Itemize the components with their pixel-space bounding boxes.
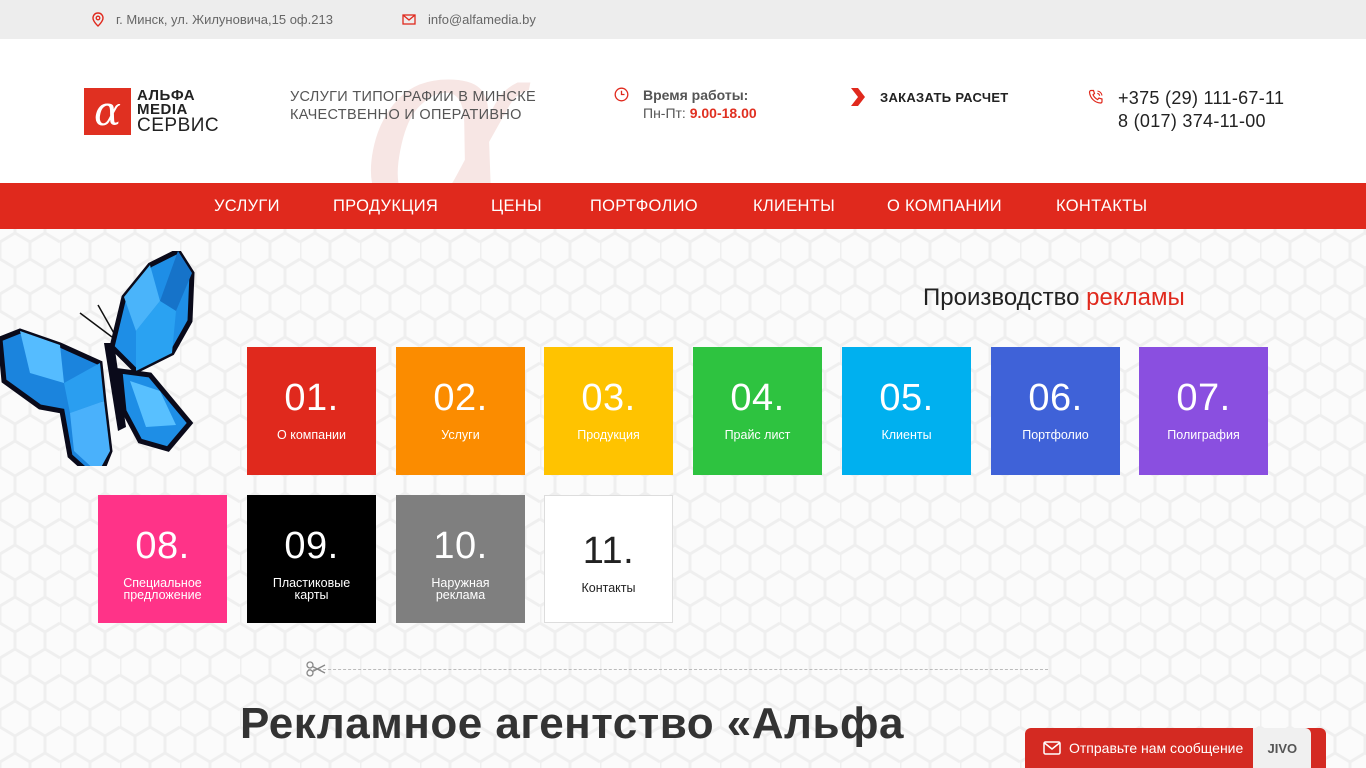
tile-label: Специальное предложение — [123, 576, 202, 602]
nav-item-portfolio[interactable]: ПОРТФОЛИО — [590, 183, 698, 229]
clock-icon — [614, 87, 629, 102]
working-hours: Время работы: Пн-Пт: 9.00-18.00 — [614, 86, 757, 122]
envelope-icon — [402, 14, 416, 25]
tile-clients[interactable]: 05. Клиенты — [842, 347, 971, 475]
tile-portfolio[interactable]: 06. Портфолио — [991, 347, 1120, 475]
tile-label: Прайс лист — [724, 428, 791, 442]
nav-item-about[interactable]: О КОМПАНИИ — [887, 183, 1002, 229]
order-calculation-label: ЗАКАЗАТЬ РАСЧЕТ — [880, 89, 1009, 105]
tile-label: Услуги — [441, 428, 480, 442]
tile-number: 02. — [433, 377, 488, 419]
tile-number: 04. — [730, 377, 785, 419]
page-headline: Рекламное агентство «Альфа — [240, 699, 905, 748]
logo[interactable]: α АЛЬФА MEDIA СЕРВИС — [84, 88, 219, 135]
tile-products[interactable]: 03. Продукция — [544, 347, 673, 475]
tile-special-offer[interactable]: 08. Специальное предложение — [98, 495, 227, 623]
chat-label: Отправьте нам сообщение — [1069, 740, 1244, 756]
tile-number: 03. — [581, 377, 636, 419]
tile-label: Контакты — [581, 581, 636, 595]
tile-label: Клиенты — [881, 428, 932, 442]
address-text: г. Минск, ул. Жилуновича,15 оф.213 — [116, 12, 333, 27]
chat-brand: JIVO — [1253, 728, 1312, 768]
tile-number: 07. — [1176, 377, 1231, 419]
top-bar: г. Минск, ул. Жилуновича,15 оф.213 info@… — [0, 0, 1366, 39]
tile-label: Портфолио — [1022, 428, 1089, 442]
tile-plastic-cards[interactable]: 09. Пластиковые карты — [247, 495, 376, 623]
order-calculation-button[interactable]: ЗАКАЗАТЬ РАСЧЕТ — [849, 88, 1009, 106]
tile-label: Пластиковые карты — [272, 576, 351, 602]
tile-number: 05. — [879, 377, 934, 419]
logo-alpha-mark: α — [84, 88, 131, 135]
scissors-icon — [306, 661, 326, 677]
tile-label: Наружная реклама — [431, 576, 490, 602]
tile-polygraphy[interactable]: 07. Полиграфия — [1139, 347, 1268, 475]
chat-envelope-icon — [1043, 741, 1061, 755]
tile-price-list[interactable]: 04. Прайс лист — [693, 347, 822, 475]
tile-number: 10. — [433, 525, 488, 567]
nav-item-clients[interactable]: КЛИЕНТЫ — [753, 183, 835, 229]
address-block: г. Минск, ул. Жилуновича,15 оф.213 — [92, 0, 333, 39]
site-header: α α АЛЬФА MEDIA СЕРВИС УСЛУГИ ТИПОГРАФИИ… — [0, 39, 1366, 183]
production-title-accent: рекламы — [1086, 284, 1185, 311]
chevron-right-icon — [851, 88, 865, 106]
tile-number: 09. — [284, 525, 339, 567]
hours-label: Время работы: — [643, 87, 749, 103]
main-content: Производство рекламы 01. О компании 02. … — [0, 229, 1366, 768]
tile-number: 11. — [582, 530, 635, 572]
tile-number: 06. — [1028, 377, 1083, 419]
logo-line-3: СЕРВИС — [137, 114, 220, 136]
tagline-line-1: УСЛУГИ ТИПОГРАФИИ В МИНСКЕ — [290, 89, 536, 105]
nav-item-prices[interactable]: ЦЕНЫ — [491, 183, 542, 229]
chat-widget-button[interactable]: Отправьте нам сообщение JIVO — [1025, 728, 1326, 768]
email-link[interactable]: info@alfamedia.by — [428, 12, 536, 27]
map-pin-icon — [92, 12, 104, 27]
production-title-main: Производство — [923, 284, 1087, 311]
email-block[interactable]: info@alfamedia.by — [402, 0, 536, 39]
tile-contacts[interactable]: 11. Контакты — [544, 495, 673, 623]
phone-1[interactable]: +375 (29) 111-67-11 — [1118, 87, 1284, 110]
hours-days: Пн-Пт: — [643, 105, 690, 121]
nav-item-products[interactable]: ПРОДУКЦИЯ — [333, 183, 438, 229]
tile-label: О компании — [277, 428, 346, 442]
production-title: Производство рекламы — [923, 284, 1185, 312]
dashed-divider — [308, 669, 1048, 670]
tile-number: 01. — [284, 377, 339, 419]
hours-time: 9.00-18.00 — [689, 105, 757, 121]
phone-2[interactable]: 8 (017) 374-11-00 — [1118, 110, 1284, 133]
tagline: УСЛУГИ ТИПОГРАФИИ В МИНСКЕ КАЧЕСТВЕННО И… — [290, 88, 536, 124]
nav-item-contacts[interactable]: КОНТАКТЫ — [1056, 183, 1147, 229]
butterfly-illustration — [0, 251, 195, 466]
tile-outdoor-advertising[interactable]: 10. Наружная реклама — [396, 495, 525, 623]
tile-label: Полиграфия — [1167, 428, 1240, 442]
tagline-line-2: КАЧЕСТВЕННО И ОПЕРАТИВНО — [290, 107, 522, 123]
tile-about[interactable]: 01. О компании — [247, 347, 376, 475]
logo-text: АЛЬФА MEDIA СЕРВИС — [137, 88, 220, 136]
phone-icon — [1088, 89, 1103, 104]
tile-number: 08. — [135, 525, 190, 567]
tile-services[interactable]: 02. Услуги — [396, 347, 525, 475]
tile-label: Продукция — [577, 428, 640, 442]
main-nav: УСЛУГИ ПРОДУКЦИЯ ЦЕНЫ ПОРТФОЛИО КЛИЕНТЫ … — [0, 183, 1366, 229]
nav-item-services[interactable]: УСЛУГИ — [214, 183, 280, 229]
phones-block: +375 (29) 111-67-11 8 (017) 374-11-00 — [1088, 87, 1284, 133]
